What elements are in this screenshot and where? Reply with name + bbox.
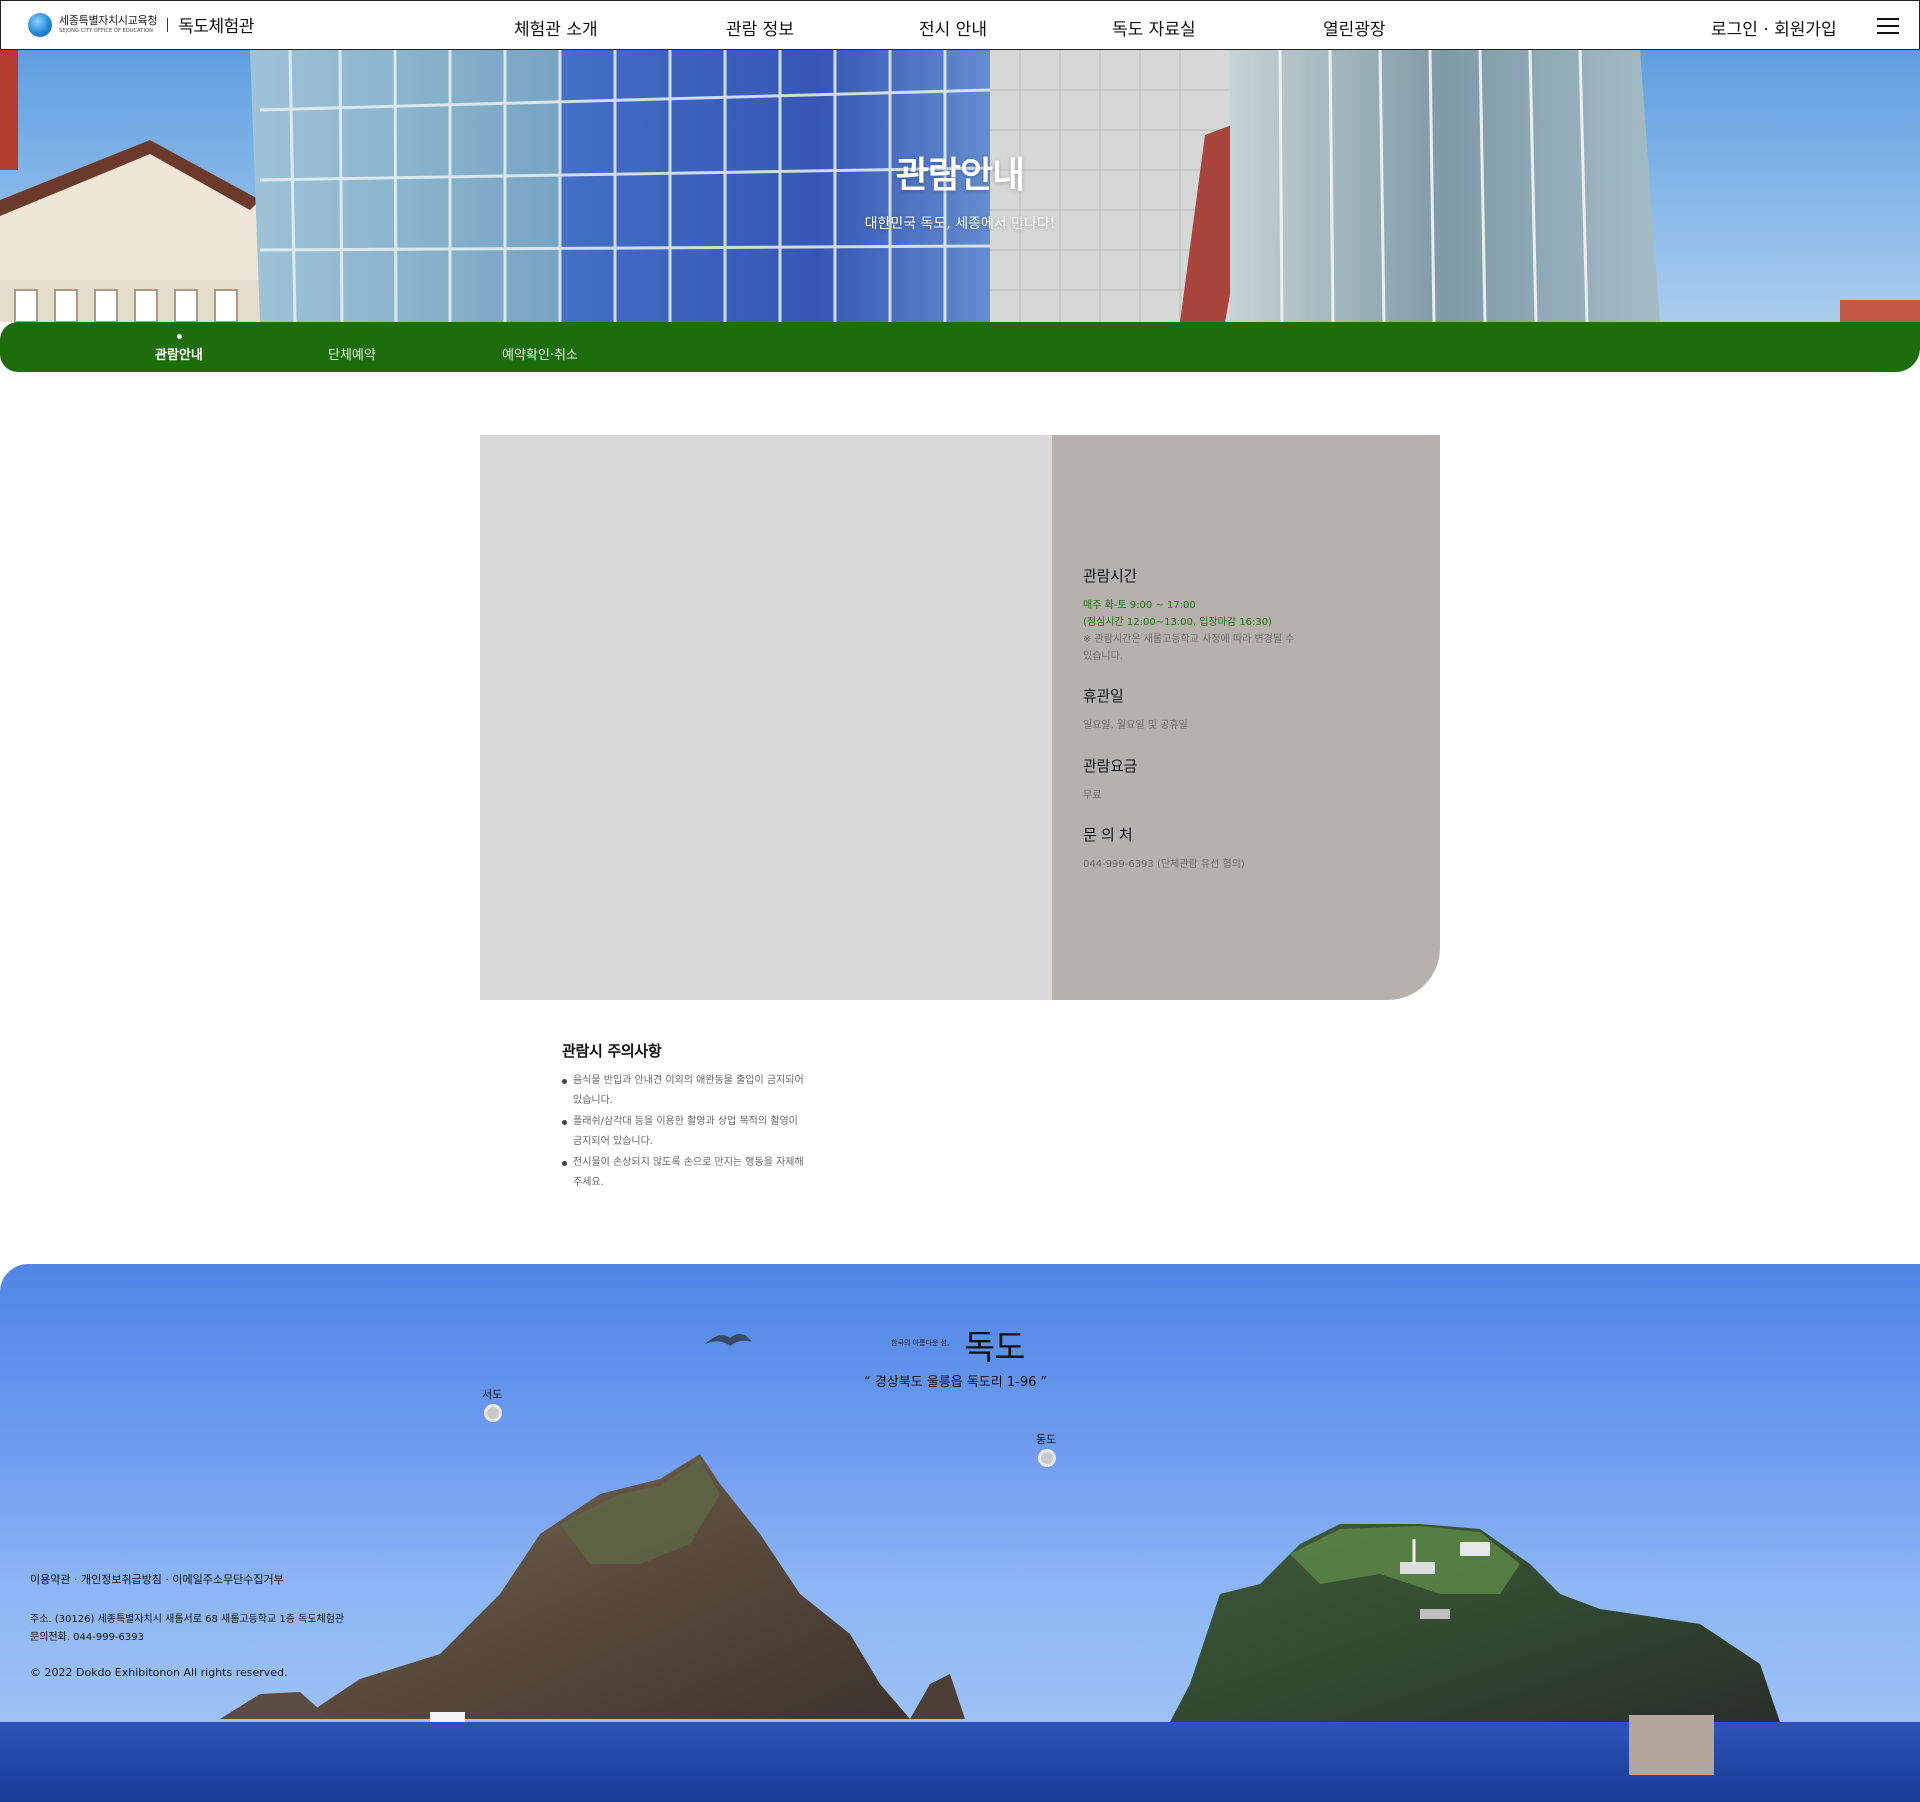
closed-heading: 휴관일	[1083, 687, 1124, 705]
logo-divider	[167, 17, 169, 32]
logo-org-english: SEJONG CITY OFFICE OF EDUCATION	[59, 28, 153, 34]
east-island-marker-icon[interactable]	[1038, 1449, 1056, 1467]
dokdo-tagline: 한국의 아름다운 섬,	[891, 1339, 950, 1347]
site-title: 독도체험관	[178, 17, 254, 37]
footer-copyright: © 2022 Dokdo Exhibitonon All rights rese…	[30, 1666, 288, 1679]
list-item: 전시물이 손상되지 않도록 손으로 만지는 행동을 자제해 주세요.	[562, 1153, 882, 1193]
site-logo[interactable]: 세종특별자치시교육청 SEJONG CITY OFFICE OF EDUCATI…	[28, 12, 254, 37]
closed-text: 일요일, 월요일 및 공휴일	[1083, 720, 1188, 731]
site-header: 세종특별자치시교육청 SEJONG CITY OFFICE OF EDUCATI…	[0, 0, 1920, 50]
fee-text: 무료	[1083, 790, 1102, 801]
list-item: 음식물 반입과 안내견 이외의 애완동물 출입이 금지되어 있습니다.	[562, 1071, 882, 1111]
footer-policy-links[interactable]: 이용약관 · 개인정보취급방침 · 이메일주소무단수집거부	[30, 1571, 284, 1587]
contact-heading: 문 의 처	[1083, 826, 1133, 844]
footer-address: 주소. (30126) 세종특별자치시 새롬서로 68 새롬고등학교 1층 독도…	[30, 1614, 345, 1625]
notice-heading: 관람시 주의사항	[562, 1042, 662, 1060]
west-island-label: 서도	[482, 1388, 503, 1401]
visit-notice: 관람시 주의사항 음식물 반입과 안내견 이외의 애완동물 출입이 금지되어 있…	[562, 1040, 882, 1194]
nav-item-community[interactable]: 열린광장	[1323, 15, 1386, 40]
dokdo-footer: 한국의 아름다운 섬, 독도 “ 경상북도 울릉읍 독도리 1-96 ” 서도 …	[0, 1264, 1920, 1802]
sub-nav: 관람안내 단체예약 예약확인·취소	[0, 322, 1920, 372]
hours-line-1: 매주 화-토 9:00 ~ 17:00	[1083, 600, 1196, 611]
login-signup-link[interactable]: 로그인 · 회원가입	[1711, 15, 1837, 40]
hamburger-menu-icon[interactable]	[1877, 18, 1899, 34]
footer-contact: 주소. (30126) 세종특별자치시 새롬서로 68 새롬고등학교 1층 독도…	[30, 1611, 344, 1647]
scroll-to-top-button[interactable]	[1629, 1715, 1714, 1775]
hours-section: 관람시간 매주 화-토 9:00 ~ 17:00 (점심시간 12:00~13:…	[1083, 565, 1294, 665]
fee-section: 관람요금 무료	[1083, 755, 1137, 804]
hours-note-2: 있습니다.	[1083, 651, 1123, 662]
hours-line-2: (점심시간 12:00~13:00, 입장마감 16:30)	[1083, 617, 1272, 628]
tab-group-reservation[interactable]: 단체예약	[328, 344, 376, 363]
list-item: 플래쉬/삼각대 등을 이용한 촬영과 상업 목적의 촬영이 금지되어 있습니다.	[562, 1112, 882, 1152]
dokdo-title: 독도	[964, 1328, 1026, 1368]
fee-heading: 관람요금	[1083, 757, 1138, 775]
notice-list: 음식물 반입과 안내견 이외의 애완동물 출입이 금지되어 있습니다. 플래쉬/…	[562, 1071, 882, 1193]
visit-info-panel: 관람시간 매주 화-토 9:00 ~ 17:00 (점심시간 12:00~13:…	[1052, 435, 1440, 1000]
hours-note-1: ※ 관람시간은 새롬고등학교 사정에 따라 변경될 수	[1083, 634, 1295, 645]
nav-item-visit-info[interactable]: 관람 정보	[726, 15, 794, 40]
info-image-placeholder	[480, 435, 1052, 1000]
education-office-emblem-icon	[28, 12, 52, 37]
nav-item-exhibition[interactable]: 전시 안내	[919, 15, 987, 40]
tab-visit-guide[interactable]: 관람안내	[155, 344, 203, 363]
page-title: 관람안내	[895, 155, 1025, 196]
closed-section: 휴관일 일요일, 월요일 및 공휴일	[1083, 685, 1188, 734]
nav-item-about[interactable]: 체험관 소개	[514, 15, 598, 40]
nav-item-archive[interactable]: 독도 자료실	[1112, 15, 1196, 40]
footer-phone: 문의전화. 044-999-6393	[30, 1632, 144, 1643]
page-subtitle: 대한민국 독도, 세종에서 만나다!	[864, 216, 1056, 232]
contact-text: 044-999-6393 (단체관람 유선 협의)	[1083, 859, 1245, 870]
contact-section: 문 의 처 044-999-6393 (단체관람 유선 협의)	[1083, 824, 1245, 873]
dokdo-address: “ 경상북도 울릉읍 독도리 1-96 ”	[864, 1375, 1048, 1390]
tab-reservation-check-cancel[interactable]: 예약확인·취소	[502, 344, 578, 363]
hours-heading: 관람시간	[1083, 567, 1138, 585]
logo-text: 세종특별자치시교육청 SEJONG CITY OFFICE OF EDUCATI…	[59, 14, 158, 34]
active-tab-indicator	[177, 334, 182, 339]
hero-banner: 관람안내 대한민국 독도, 세종에서 만나다!	[0, 50, 1920, 322]
east-island-label: 동도	[1036, 1433, 1057, 1446]
logo-org-korean: 세종특별자치시교육청	[59, 14, 158, 27]
west-island-marker-icon[interactable]	[484, 1404, 502, 1422]
